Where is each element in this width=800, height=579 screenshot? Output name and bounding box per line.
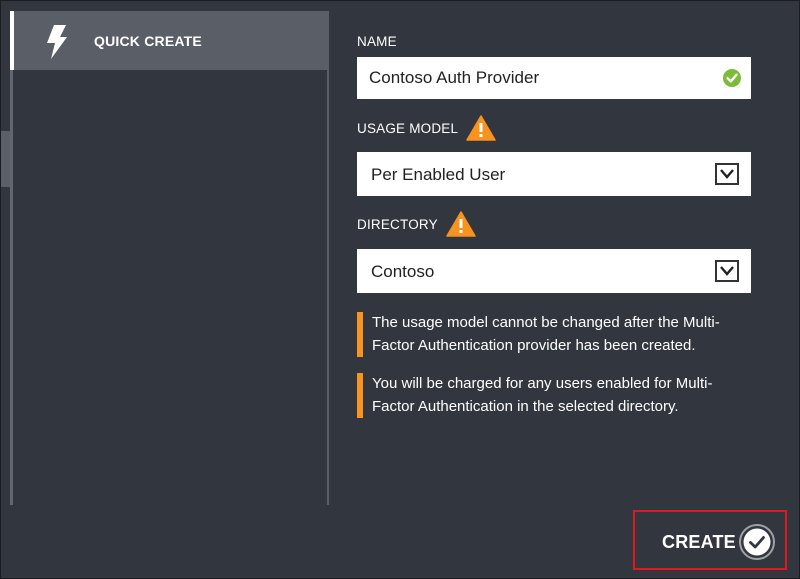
- chevron-down-icon[interactable]: [715, 260, 739, 282]
- notice-accent-bar: [357, 312, 363, 357]
- wizard-nav-panel: QUICK CREATE: [10, 11, 329, 505]
- create-button[interactable]: CREATE: [633, 510, 787, 570]
- chevron-down-icon[interactable]: [715, 163, 739, 185]
- billing-notice: You will be charged for any users enable…: [357, 372, 751, 418]
- check-circle-icon: [723, 69, 741, 87]
- lightning-bolt-icon: [47, 25, 67, 59]
- usage-model-label: USAGE MODEL: [357, 115, 496, 141]
- directory-label: DIRECTORY: [357, 211, 476, 237]
- notice-accent-bar: [357, 373, 363, 418]
- warning-icon: [446, 211, 476, 237]
- left-scrollbar-handle[interactable]: [1, 131, 10, 187]
- warning-icon: [466, 115, 496, 141]
- nav-item-label: QUICK CREATE: [94, 33, 202, 49]
- nav-item-quick-create[interactable]: QUICK CREATE: [10, 11, 327, 70]
- directory-select[interactable]: Contoso: [357, 249, 751, 293]
- name-field-wrapper: [357, 57, 751, 99]
- checkmark-circle-icon: [739, 524, 775, 560]
- create-button-label: CREATE: [662, 532, 736, 552]
- name-label: NAME: [357, 34, 397, 49]
- usage-model-value: Per Enabled User: [371, 165, 506, 184]
- name-input[interactable]: [357, 57, 751, 99]
- directory-value: Contoso: [371, 262, 435, 281]
- usage-model-select[interactable]: Per Enabled User: [357, 152, 751, 196]
- usage-model-notice: The usage model cannot be changed after …: [357, 311, 751, 357]
